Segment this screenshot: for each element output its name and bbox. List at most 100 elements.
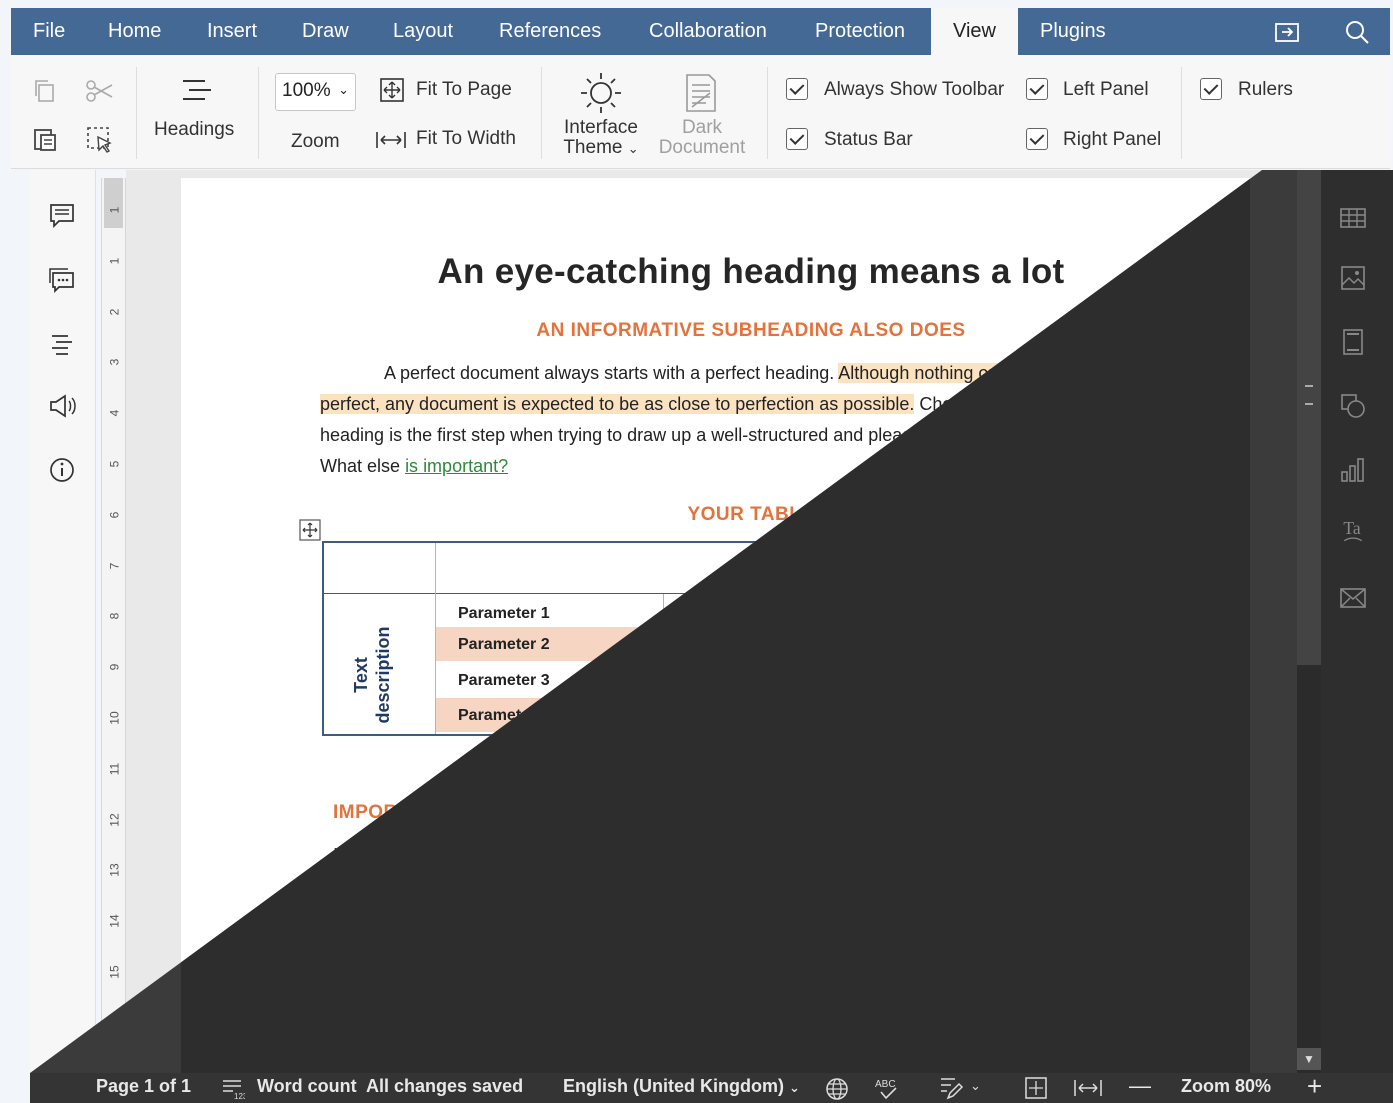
document-page[interactable]: An eye-catching heading means a lot AN I… — [181, 178, 1250, 1073]
language-label: English (United Kingdom) — [563, 1076, 784, 1096]
track-changes-icon[interactable] — [938, 1076, 964, 1102]
table-move-handle-icon[interactable] — [299, 519, 321, 541]
ruler-number: 16 — [107, 1016, 122, 1030]
table-side-label-1: Text — [351, 657, 371, 693]
paragraph-text: What else — [320, 456, 401, 476]
left-panel-checkbox[interactable] — [1026, 78, 1048, 100]
paste-icon[interactable] — [31, 125, 59, 153]
row-name: Parameter 1 — [458, 605, 550, 622]
mail-merge-icon[interactable] — [1339, 584, 1367, 612]
about-icon[interactable] — [48, 456, 76, 484]
sun-icon[interactable] — [579, 71, 623, 115]
table-side-label: Text description — [351, 613, 432, 724]
globe-icon[interactable] — [825, 1077, 849, 1101]
document-table[interactable]: Text description Text description Parame… — [322, 541, 1197, 736]
chart[interactable]: YOUR CHART Parameter 1 Parameter 2 Paramet… — [726, 801, 1197, 1043]
row-name: Parameter 4 — [458, 707, 550, 724]
header-footer-icon[interactable] — [1339, 328, 1367, 356]
fit-to-width-icon[interactable] — [1073, 1078, 1103, 1098]
chat-icon[interactable] — [48, 266, 76, 294]
table-divider — [663, 594, 664, 734]
fit-to-width-icon[interactable] — [375, 129, 407, 151]
headings-icon[interactable] — [179, 77, 215, 107]
comments-icon[interactable] — [48, 202, 76, 230]
right-panel-label: Right Panel — [1063, 129, 1162, 150]
zoom-out-button[interactable]: — — [1129, 1073, 1151, 1099]
table-side-label-2: description — [373, 626, 393, 724]
ruler-number: 14 — [107, 914, 122, 928]
word-count-icon[interactable]: 123 — [221, 1078, 245, 1100]
chevron-down-icon[interactable]: ⌄ — [970, 1078, 981, 1094]
language-select[interactable]: English (United Kingdom) ⌄ — [563, 1076, 800, 1097]
zoom-value: 100% — [282, 80, 331, 101]
table-resize-handle[interactable] — [1197, 735, 1207, 745]
headings-button[interactable]: Headings — [154, 119, 234, 141]
navigation-icon[interactable] — [48, 330, 76, 358]
ruler-number: 2 — [107, 308, 122, 315]
scroll-down-button[interactable]: ▼ — [1297, 1048, 1321, 1070]
chevron-down-icon: ⌄ — [789, 1080, 800, 1095]
fit-to-page-icon[interactable] — [379, 77, 405, 103]
row-value-b: 10 — [1068, 636, 1086, 653]
section-title: IMPORTANCE OF TEXT CONTENT — [333, 802, 655, 823]
chart-svg: YOUR CHART Parameter 1 Parameter 2 Paramet… — [804, 815, 1123, 1031]
section-text-line: In addition to all the formatting tips, … — [333, 845, 645, 865]
dark-document-button[interactable]: Dark Document — [656, 118, 748, 158]
row-value-a: 35 — [793, 707, 811, 724]
zoom-in-button[interactable]: + — [1307, 1071, 1322, 1102]
row-name: Parameter 3 — [458, 672, 550, 689]
zoom-select[interactable]: 100% ⌄ — [275, 73, 356, 111]
word-count-label[interactable]: Word count — [257, 1076, 357, 1097]
shape-settings-icon[interactable] — [1339, 392, 1367, 420]
tab-layout[interactable]: Layout — [393, 8, 453, 55]
image-settings-icon[interactable] — [1339, 264, 1367, 292]
ruler-number: 9 — [107, 663, 122, 671]
vertical-scrollbar[interactable]: ▼ — [1297, 170, 1321, 1073]
legend-label: Parameter 3 — [1040, 995, 1123, 1012]
tab-collaboration[interactable]: Collaboration — [649, 8, 767, 55]
select-all-icon[interactable] — [85, 125, 115, 155]
tab-references[interactable]: References — [499, 8, 601, 55]
right-panel-checkbox[interactable] — [1026, 128, 1048, 150]
status-bar: Page 1 of 1 123 Word count All changes s… — [30, 1071, 1393, 1103]
always-show-toolbar-label: Always Show Toolbar — [824, 79, 1005, 100]
fit-to-width-button[interactable]: Fit To Width — [416, 128, 516, 150]
chart-legend: Parameter 1 Parameter 2 Parameter 3 Paramet… — [804, 995, 1123, 1031]
open-file-location-icon[interactable] — [1273, 18, 1301, 46]
svg-text:123: 123 — [234, 1092, 245, 1100]
spell-check-icon[interactable]: ABC — [873, 1076, 903, 1102]
cut-icon[interactable] — [85, 77, 115, 105]
search-icon[interactable] — [1343, 18, 1371, 46]
vertical-ruler[interactable]: 1 1 2 3 4 5 6 7 8 9 10 11 12 13 14 15 16 — [101, 178, 126, 1073]
ruler-number: 5 — [107, 460, 122, 468]
section-text-line: some effort when working on the content … — [333, 969, 677, 989]
svg-text:Ta: Ta — [1343, 518, 1360, 538]
chart-settings-icon[interactable] — [1339, 456, 1367, 484]
table-settings-icon[interactable] — [1339, 204, 1367, 232]
copy-icon[interactable] — [31, 77, 59, 105]
tab-plugins[interactable]: Plugins — [1040, 8, 1106, 55]
rulers-checkbox[interactable] — [1200, 78, 1222, 100]
scrollbar-thumb[interactable] — [1297, 170, 1321, 665]
tab-protection[interactable]: Protection — [815, 8, 905, 55]
tab-draw[interactable]: Draw — [302, 8, 349, 55]
tab-home[interactable]: Home — [108, 8, 161, 55]
always-show-toolbar-checkbox[interactable] — [786, 78, 808, 100]
text-art-icon[interactable]: Ta — [1339, 518, 1367, 546]
tab-insert[interactable]: Insert — [207, 8, 257, 55]
dark-document-icon[interactable] — [683, 73, 719, 113]
interface-theme-label-2-text: Theme — [563, 137, 623, 158]
fit-to-page-icon[interactable] — [1024, 1076, 1048, 1100]
document-link[interactable]: is important? — [405, 456, 508, 476]
row-value-a: 70 — [793, 636, 811, 653]
feedback-icon[interactable] — [48, 392, 76, 420]
tab-view[interactable]: View — [931, 8, 1018, 55]
left-sidebar — [30, 170, 96, 1073]
status-bar-checkbox[interactable] — [786, 128, 808, 150]
tab-file[interactable]: File — [33, 8, 65, 55]
pie-slice — [962, 869, 1055, 909]
table-header: Text description — [743, 558, 889, 579]
fit-to-page-button[interactable]: Fit To Page — [416, 79, 512, 101]
interface-theme-button[interactable]: Interface Theme ⌄ — [563, 118, 639, 159]
page-indicator[interactable]: Page 1 of 1 — [96, 1076, 191, 1097]
